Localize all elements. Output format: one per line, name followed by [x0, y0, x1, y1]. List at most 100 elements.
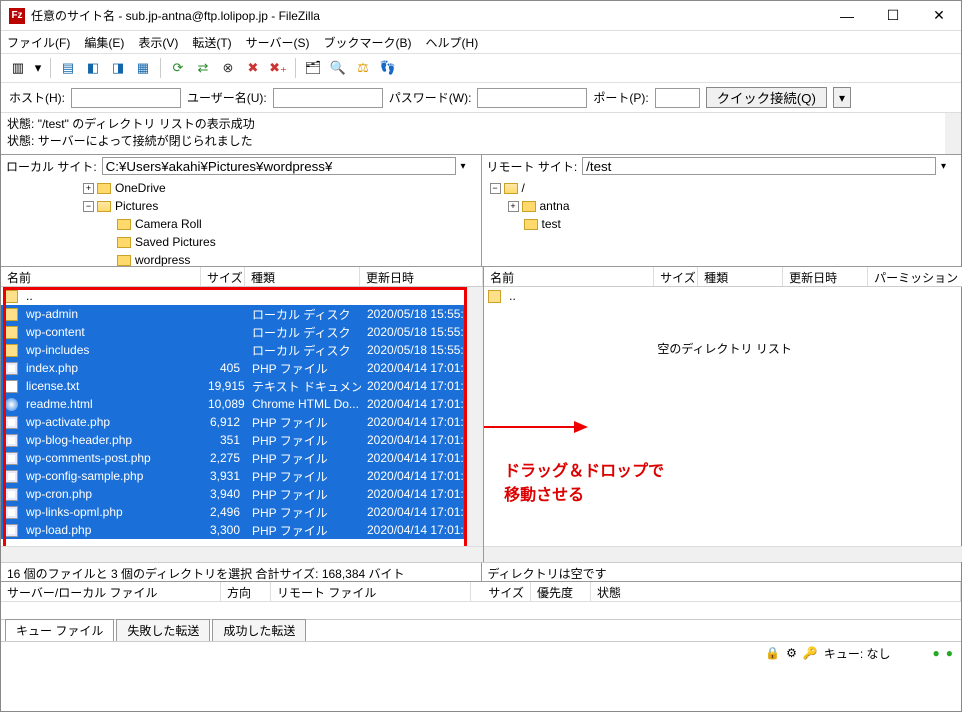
- tab-queue[interactable]: キュー ファイル: [5, 619, 114, 641]
- col-date[interactable]: 更新日時: [360, 267, 483, 286]
- qcol-size[interactable]: サイズ: [471, 582, 531, 601]
- folder-open-icon: [504, 183, 518, 194]
- tree-item[interactable]: Camera Roll: [135, 217, 202, 231]
- menu-view[interactable]: 表示(V): [138, 34, 178, 51]
- qcol-dir[interactable]: 方向: [221, 582, 271, 601]
- maximize-button[interactable]: ☐: [879, 6, 907, 26]
- list-row[interactable]: wp-cron.php3,940PHP ファイル2020/04/14 17:01…: [1, 485, 483, 503]
- col-size[interactable]: サイズ: [201, 267, 245, 286]
- cancel-icon[interactable]: ⊗: [217, 57, 239, 79]
- col-perm[interactable]: パーミッション: [868, 267, 962, 286]
- tab-success[interactable]: 成功した転送: [212, 619, 306, 641]
- log-scrollbar[interactable]: [945, 113, 961, 154]
- tree-item[interactable]: wordpress: [135, 253, 190, 266]
- menu-edit[interactable]: 編集(E): [84, 34, 124, 51]
- refresh-icon[interactable]: ⟳: [167, 57, 189, 79]
- menu-file[interactable]: ファイル(F): [7, 34, 70, 51]
- list-row[interactable]: ..: [1, 287, 483, 305]
- minimize-button[interactable]: —: [833, 6, 861, 26]
- col-type[interactable]: 種類: [245, 267, 360, 286]
- close-button[interactable]: ✕: [925, 6, 953, 26]
- user-input[interactable]: [273, 88, 383, 108]
- list-row[interactable]: readme.html10,089Chrome HTML Do...2020/0…: [1, 395, 483, 413]
- folder-icon: [117, 219, 131, 230]
- list-row[interactable]: wp-comments-post.php2,275PHP ファイル2020/04…: [1, 449, 483, 467]
- port-input[interactable]: [655, 88, 700, 108]
- qcol-status[interactable]: 状態: [591, 582, 961, 601]
- folder-icon: [524, 219, 538, 230]
- local-list-vscroll[interactable]: [467, 287, 483, 546]
- tree-collapse-icon[interactable]: −: [490, 183, 501, 194]
- toggle-log-icon[interactable]: ▤: [57, 57, 79, 79]
- tree-expand-icon[interactable]: +: [508, 201, 519, 212]
- toggle-queue-icon[interactable]: ▦: [132, 57, 154, 79]
- col-type[interactable]: 種類: [698, 267, 783, 286]
- tree-item[interactable]: Saved Pictures: [135, 235, 216, 249]
- tab-failed[interactable]: 失敗した転送: [116, 619, 210, 641]
- qcol-server[interactable]: サーバー/ローカル ファイル: [1, 582, 221, 601]
- list-row[interactable]: wp-contentローカル ディスク2020/05/18 15:55:12: [1, 323, 483, 341]
- col-name[interactable]: 名前: [484, 267, 654, 286]
- quickconnect-button[interactable]: クイック接続(Q): [706, 87, 827, 108]
- folder-icon: [522, 201, 536, 212]
- tree-item[interactable]: antna: [540, 199, 570, 213]
- pass-input[interactable]: [477, 88, 587, 108]
- reconnect-icon[interactable]: ✖₊: [267, 57, 289, 79]
- tree-item[interactable]: test: [542, 217, 561, 231]
- menu-server[interactable]: サーバー(S): [246, 34, 310, 51]
- tree-item[interactable]: OneDrive: [115, 181, 166, 195]
- list-row[interactable]: license.txt19,915テキスト ドキュメント2020/04/14 1…: [1, 377, 483, 395]
- menu-transfer[interactable]: 転送(T): [192, 34, 231, 51]
- host-input[interactable]: [71, 88, 181, 108]
- log-prefix: 状態:: [7, 134, 34, 148]
- col-date[interactable]: 更新日時: [783, 267, 868, 286]
- filter-icon[interactable]: 🗂: [302, 57, 324, 79]
- titlebar: Fz 任意のサイト名 - sub.jp-antna@ftp.lolipop.jp…: [1, 1, 961, 31]
- sitemanager-drop-icon[interactable]: ▾: [32, 57, 44, 79]
- compare-icon[interactable]: ⚖: [352, 57, 374, 79]
- remote-tree[interactable]: − / + antna test: [482, 177, 962, 266]
- remote-path-input[interactable]: [582, 157, 936, 175]
- queue-panel: サーバー/ローカル ファイル 方向 リモート ファイル サイズ 優先度 状態: [1, 582, 961, 620]
- local-list-hscroll[interactable]: [1, 546, 483, 562]
- remote-list-hscroll[interactable]: [484, 546, 962, 562]
- folder-icon: [117, 237, 131, 248]
- log-panel[interactable]: 状態: "/test" のディレクトリ リストの表示成功 状態: サーバーによっ…: [1, 113, 961, 155]
- qcol-prio[interactable]: 優先度: [531, 582, 591, 601]
- qcol-remote[interactable]: リモート ファイル: [271, 582, 471, 601]
- search-icon[interactable]: 🔍: [327, 57, 349, 79]
- process-queue-icon[interactable]: ⇄: [192, 57, 214, 79]
- port-label: ポート(P):: [593, 89, 648, 106]
- list-row[interactable]: wp-activate.php6,912PHP ファイル2020/04/14 1…: [1, 413, 483, 431]
- sitemanager-icon[interactable]: ▥: [7, 57, 29, 79]
- toggle-localtree-icon[interactable]: ◧: [82, 57, 104, 79]
- menubar: ファイル(F) 編集(E) 表示(V) 転送(T) サーバー(S) ブックマーク…: [1, 31, 961, 53]
- list-row-up[interactable]: ..: [484, 287, 962, 305]
- local-tree[interactable]: + OneDrive − Pictures Camera Roll Saved Pi…: [1, 177, 481, 266]
- quickconnect-history-drop[interactable]: ▾: [833, 87, 851, 108]
- list-row[interactable]: wp-blog-header.php351PHP ファイル2020/04/14 …: [1, 431, 483, 449]
- col-size[interactable]: サイズ: [654, 267, 698, 286]
- menu-bookmark[interactable]: ブックマーク(B): [324, 34, 412, 51]
- local-path-drop[interactable]: ▾: [461, 161, 476, 172]
- folder-icon: [97, 183, 111, 194]
- tree-collapse-icon[interactable]: −: [83, 201, 94, 212]
- remote-path-drop[interactable]: ▾: [941, 161, 956, 172]
- col-name[interactable]: 名前: [1, 267, 201, 286]
- list-row[interactable]: wp-includesローカル ディスク2020/05/18 15:55:17: [1, 341, 483, 359]
- disconnect-icon[interactable]: ✖: [242, 57, 264, 79]
- tree-item[interactable]: Pictures: [115, 199, 158, 213]
- tree-item[interactable]: /: [522, 181, 525, 195]
- list-row[interactable]: wp-config-sample.php3,931PHP ファイル2020/04…: [1, 467, 483, 485]
- menu-help[interactable]: ヘルプ(H): [426, 34, 479, 51]
- remote-list-body[interactable]: .. 空のディレクトリ リスト ドラッグ＆ドロップで 移動させる: [484, 287, 962, 546]
- list-row[interactable]: wp-links-opml.php2,496PHP ファイル2020/04/14…: [1, 503, 483, 521]
- local-path-input[interactable]: [102, 157, 456, 175]
- log-prefix: 状態:: [7, 117, 34, 131]
- list-row[interactable]: index.php405PHP ファイル2020/04/14 17:01:40: [1, 359, 483, 377]
- toggle-remotetree-icon[interactable]: ◨: [107, 57, 129, 79]
- list-row[interactable]: wp-adminローカル ディスク2020/05/18 15:55:11: [1, 305, 483, 323]
- list-row[interactable]: wp-load.php3,300PHP ファイル2020/04/14 17:01…: [1, 521, 483, 539]
- tree-expand-icon[interactable]: +: [83, 183, 94, 194]
- sync-browse-icon[interactable]: 👣: [377, 57, 399, 79]
